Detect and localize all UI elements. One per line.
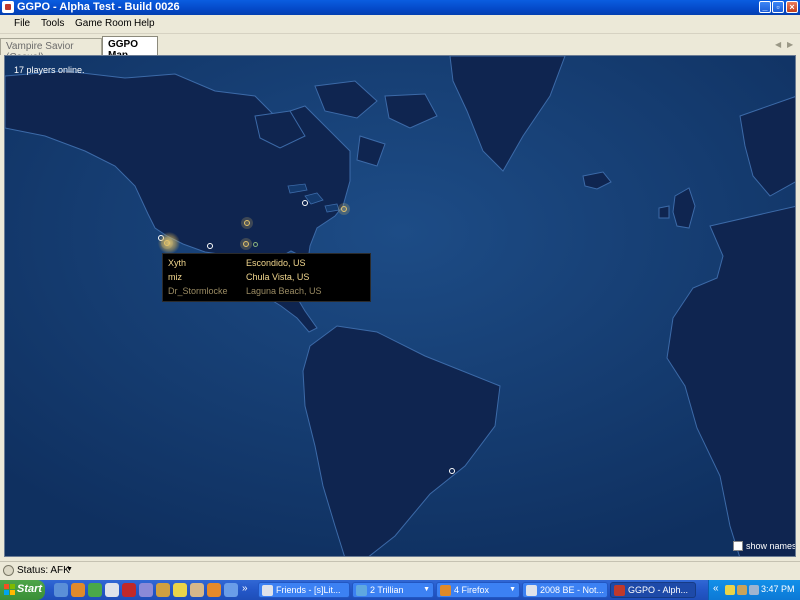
quicklaunch-app-icon[interactable]	[224, 583, 238, 597]
group-caret-icon: ▼	[423, 586, 430, 593]
ggpo-icon	[614, 585, 625, 596]
tab-vampire-savior[interactable]: Vampire Savior (Casual)	[0, 38, 102, 63]
tab-strip: Vampire Savior (Casual) GGPO Map ◀ ▶	[0, 35, 800, 63]
player-marker[interactable]	[253, 242, 258, 247]
menu-tools[interactable]: Tools	[41, 18, 64, 29]
player-marker[interactable]	[243, 241, 249, 247]
tray-icon[interactable]	[725, 585, 735, 595]
player-marker[interactable]	[244, 220, 250, 226]
maximize-button[interactable]: ▫	[772, 1, 784, 13]
player-location: Laguna Beach, US	[246, 286, 322, 296]
quicklaunch-vlc-icon[interactable]	[207, 583, 221, 597]
player-location: Chula Vista, US	[246, 272, 310, 282]
system-tray: « 3:47 PM	[708, 580, 800, 600]
tab-scroll-left-icon[interactable]: ◀	[775, 40, 781, 49]
tray-expand-chevron[interactable]: «	[713, 583, 719, 594]
player-marker-selected[interactable]	[164, 240, 170, 246]
players-online-count: 17 players online.	[14, 65, 85, 75]
player-tooltip: Xyth Escondido, US miz Chula Vista, US D…	[162, 253, 371, 302]
taskbar-button-friends[interactable]: Friends - [s]Lit...	[258, 582, 350, 598]
player-name: Dr_Stormlocke	[168, 286, 228, 296]
menu-file[interactable]: File	[14, 18, 30, 29]
status-icon	[3, 565, 14, 576]
quicklaunch-app-icon[interactable]	[88, 583, 102, 597]
quicklaunch-chevron[interactable]: »	[242, 583, 248, 594]
quicklaunch-app-icon[interactable]	[105, 583, 119, 597]
quicklaunch-firefox-icon[interactable]	[71, 583, 85, 597]
player-marker[interactable]	[449, 468, 455, 474]
clock: 3:47 PM	[761, 584, 795, 594]
firefox-icon	[440, 585, 451, 596]
tab-scroll-right-icon[interactable]: ▶	[787, 40, 793, 49]
taskbar-button-notepad[interactable]: 2008 BE - Not...	[522, 582, 608, 598]
menu-game-room[interactable]: Game Room	[75, 18, 132, 29]
minimize-button[interactable]: _	[759, 1, 771, 13]
taskbar: Start » Friends - [s]Lit... 2 Trillian ▼…	[0, 580, 800, 600]
taskbar-button-trillian[interactable]: 2 Trillian ▼	[352, 582, 434, 598]
start-label: Start	[17, 583, 43, 595]
quicklaunch-app-icon[interactable]	[156, 583, 170, 597]
player-name: Xyth	[168, 258, 187, 268]
show-names-checkbox[interactable]	[733, 541, 743, 551]
menu-help[interactable]: Help	[134, 18, 155, 29]
tab-ggpo-map[interactable]: GGPO Map	[102, 36, 158, 61]
window-icon	[262, 585, 273, 596]
status-dropdown-icon[interactable]: ▼	[66, 566, 73, 573]
tray-icon[interactable]	[737, 585, 747, 595]
quicklaunch-app-icon[interactable]	[173, 583, 187, 597]
title-bar[interactable]: GGPO - Alpha Test - Build 0026 _ ▫ ×	[0, 0, 800, 15]
menu-bar: File Tools Game Room Help	[0, 15, 800, 34]
player-marker[interactable]	[302, 200, 308, 206]
tray-icon[interactable]	[749, 585, 759, 595]
close-button[interactable]: ×	[786, 1, 798, 13]
app-icon	[2, 1, 14, 13]
taskbar-button-firefox[interactable]: 4 Firefox ▼	[436, 582, 520, 598]
notepad-icon	[526, 585, 537, 596]
player-name: miz	[168, 272, 182, 282]
quicklaunch-app-icon[interactable]	[190, 583, 204, 597]
group-caret-icon: ▼	[509, 586, 516, 593]
start-button[interactable]: Start	[0, 580, 45, 600]
status-text[interactable]: Status: AFK	[17, 565, 70, 576]
quicklaunch-app-icon[interactable]	[139, 583, 153, 597]
status-bar: Status: AFK ▼	[0, 561, 800, 579]
quicklaunch-app-icon[interactable]	[122, 583, 136, 597]
windows-logo-icon	[4, 584, 15, 595]
player-marker[interactable]	[341, 206, 347, 212]
trillian-icon	[356, 585, 367, 596]
world-map[interactable]: 17 players online. Xyth Escondido, US mi…	[4, 55, 796, 557]
taskbar-button-ggpo[interactable]: GGPO - Alph...	[610, 582, 696, 598]
player-marker[interactable]	[207, 243, 213, 249]
show-names-label: show names	[746, 541, 796, 551]
map-landmasses	[5, 56, 795, 556]
window-title: GGPO - Alpha Test - Build 0026	[17, 1, 180, 13]
player-location: Escondido, US	[246, 258, 306, 268]
quicklaunch-ie-icon[interactable]	[54, 583, 68, 597]
